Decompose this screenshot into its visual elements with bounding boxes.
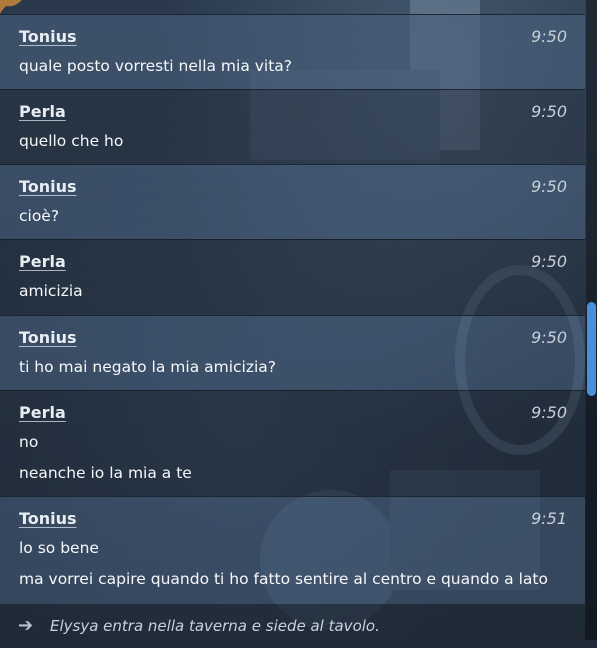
chat-message: Perla 9:50 quello che ho	[0, 89, 585, 164]
message-time: 9:50	[531, 252, 567, 271]
scrollbar-thumb[interactable]	[587, 302, 596, 396]
system-message-text: Elysya entra nella taverna e siede al ta…	[50, 617, 380, 635]
message-author-link[interactable]: Perla	[19, 102, 66, 121]
chat-message: Tonius 9:50 quale posto vorresti nella mia…	[0, 14, 585, 89]
message-time: 9:50	[531, 102, 567, 121]
message-author-link[interactable]: Tonius	[19, 509, 77, 528]
message-header: Tonius 9:50	[19, 316, 567, 352]
chat-message: Tonius 9:50 cioè?	[0, 164, 585, 239]
chat-message: Perla 9:50 amicizia	[0, 239, 585, 315]
message-header: Perla 9:50	[19, 90, 567, 126]
message-text: no	[19, 433, 39, 451]
message-header: Perla 9:50	[19, 391, 567, 427]
message-time: 9:50	[531, 27, 567, 46]
message-author-link[interactable]: Perla	[19, 403, 66, 422]
chat-message: Perla 9:50 no neanche io la mia a te	[0, 390, 585, 496]
message-author-link[interactable]: Tonius	[19, 177, 77, 196]
message-text: ti ho mai negato la mia amicizia?	[19, 358, 277, 376]
message-header: Tonius 9:50	[19, 15, 567, 51]
message-text: amicizia	[19, 282, 83, 300]
message-text: lo so bene	[19, 539, 99, 557]
arrow-right-icon: ➔	[18, 615, 34, 636]
chat-log: Tonius 9:50 quale posto vorresti nella mia…	[0, 0, 585, 640]
message-header: Tonius 9:51	[19, 497, 567, 533]
message-time: 9:51	[531, 509, 567, 528]
message-text: neanche io la mia a te	[19, 464, 192, 482]
message-header: Perla 9:50	[19, 240, 567, 276]
message-text: quale posto vorresti nella mia vita?	[19, 57, 293, 75]
message-author-link[interactable]: Perla	[19, 252, 66, 271]
message-author-link[interactable]: Tonius	[19, 328, 77, 347]
message-time: 9:50	[531, 328, 567, 347]
system-message: ➔ Elysya entra nella taverna e siede al …	[0, 604, 585, 640]
message-text: quello che ho	[19, 132, 124, 150]
message-time: 9:50	[531, 177, 567, 196]
chat-message: Tonius 9:50 ti ho mai negato la mia amiciz…	[0, 315, 585, 390]
message-header: Tonius 9:50	[19, 165, 567, 201]
message-text: ma vorrei capire quando ti ho fatto sent…	[19, 570, 548, 588]
message-author-link[interactable]: Tonius	[19, 27, 77, 46]
message-time: 9:50	[531, 403, 567, 422]
chat-message: Tonius 9:51 lo so bene ma vorrei capire qua…	[0, 496, 585, 604]
message-text: cioè?	[19, 207, 60, 225]
